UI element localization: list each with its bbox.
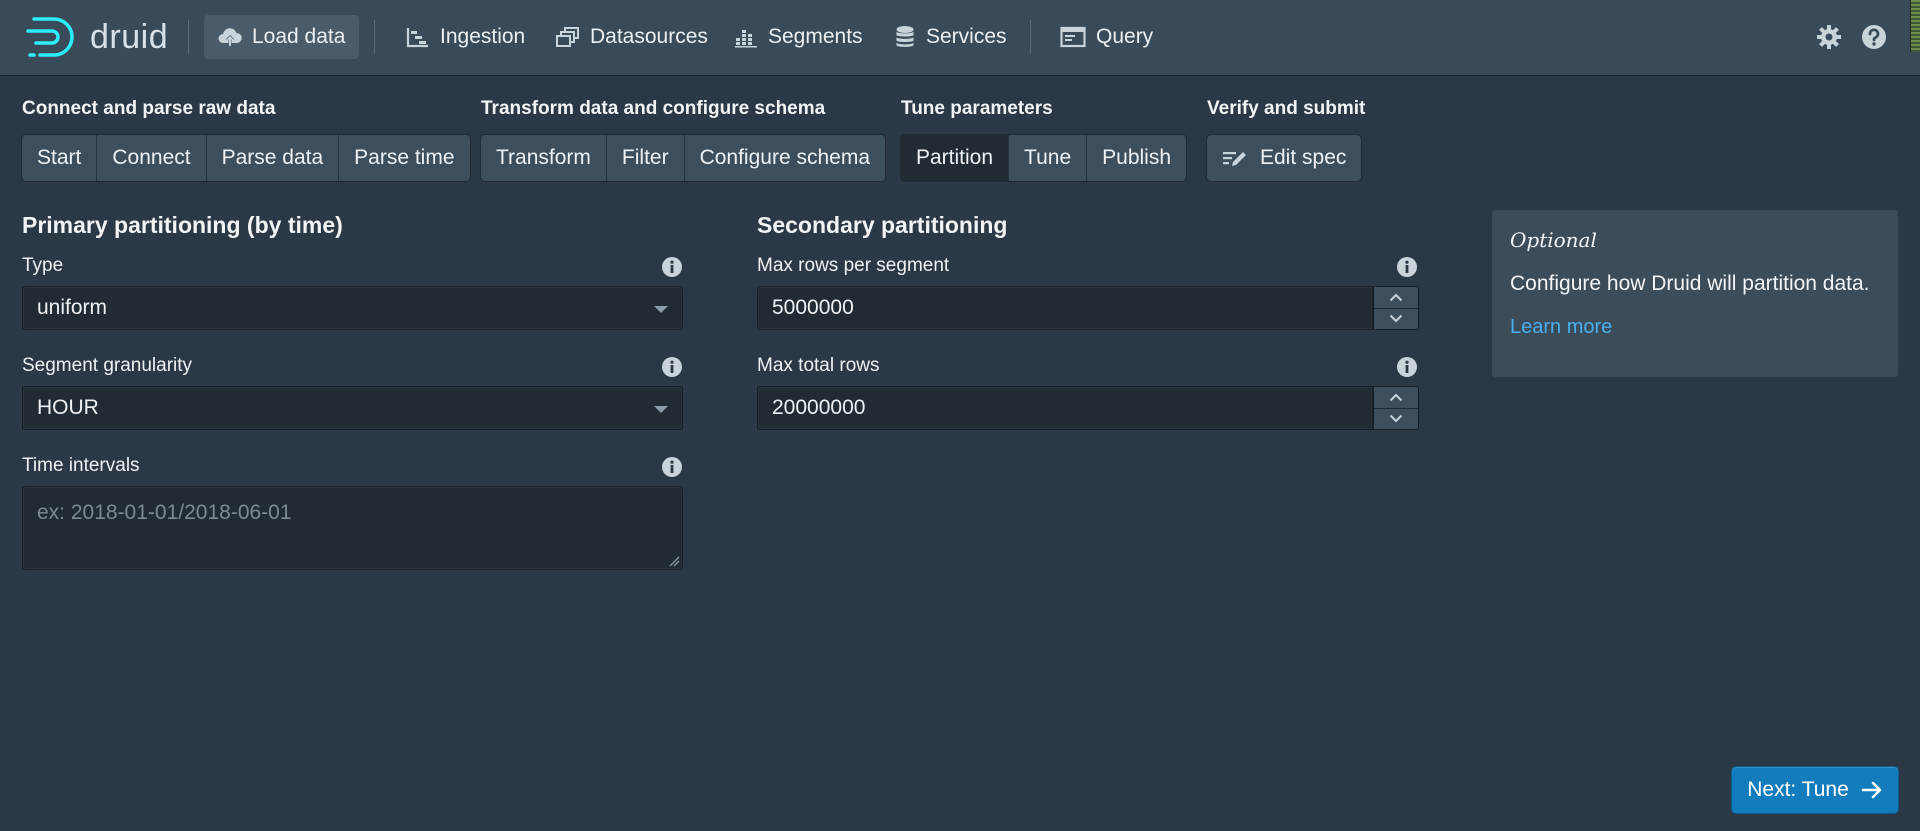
- step-filter-button[interactable]: Filter: [606, 135, 685, 181]
- step-group-verify: Verify and submit Edit spec: [1207, 98, 1366, 181]
- max-rows-per-segment-label: Max rows per segment: [757, 255, 950, 276]
- time-intervals-textarea[interactable]: ex: 2018-01-01/2018-06-01: [22, 486, 683, 570]
- info-icon[interactable]: [661, 256, 683, 278]
- step-group-transform: Transform data and configure schema Tran…: [481, 98, 885, 181]
- druid-logo-icon: [26, 17, 74, 57]
- arrow-right-icon: [1861, 781, 1882, 799]
- chevron-down-icon: [654, 306, 668, 313]
- primary-partitioning-title: Primary partitioning (by time): [22, 212, 343, 238]
- type-select-value: uniform: [37, 296, 108, 319]
- segment-granularity-label: Segment granularity: [22, 355, 193, 376]
- step-group-title: Verify and submit: [1207, 98, 1366, 119]
- nav-datasources[interactable]: Datasources: [542, 15, 722, 59]
- step-parse-time-button[interactable]: Parse time: [339, 135, 470, 181]
- increment-button[interactable]: [1374, 287, 1418, 309]
- nav-services[interactable]: Services: [880, 15, 1021, 59]
- step-button-group: Partition Tune Publish: [901, 135, 1187, 181]
- chevron-up-icon: [1389, 393, 1403, 401]
- top-navbar: druid Load data Ingestion Datasources Se…: [0, 0, 1920, 75]
- time-intervals-placeholder: ex: 2018-01-01/2018-06-01: [37, 501, 292, 524]
- segment-granularity-value: HOUR: [37, 396, 99, 419]
- help-icon[interactable]: [1861, 24, 1887, 50]
- learn-more-link[interactable]: Learn more: [1510, 316, 1612, 339]
- step-configure-schema-button[interactable]: Configure schema: [684, 135, 885, 181]
- scrollbar-indicator: [1910, 0, 1920, 52]
- step-button-group: Start Connect Parse data Parse time: [22, 135, 470, 181]
- max-total-rows-stepper: [1373, 386, 1419, 430]
- nav-ingestion[interactable]: Ingestion: [392, 15, 539, 59]
- nav-divider: [188, 20, 189, 54]
- step-start-button[interactable]: Start: [22, 135, 98, 181]
- info-icon[interactable]: [661, 356, 683, 378]
- info-icon[interactable]: [1396, 256, 1418, 278]
- step-group-tune: Tune parameters Partition Tune Publish: [901, 98, 1187, 181]
- max-total-rows-input[interactable]: 20000000: [757, 386, 1373, 430]
- chevron-up-icon: [1389, 293, 1403, 301]
- secondary-partitioning-title: Secondary partitioning: [757, 212, 1008, 238]
- type-select[interactable]: uniform: [22, 286, 683, 330]
- stacked-chart-icon: [735, 30, 757, 48]
- nav-segments-label: Segments: [768, 25, 863, 48]
- nav-query-label: Query: [1096, 25, 1154, 48]
- chevron-down-icon: [1389, 315, 1403, 323]
- next-tune-button[interactable]: Next: Tune: [1732, 767, 1898, 813]
- step-publish-button[interactable]: Publish: [1087, 135, 1187, 181]
- type-label: Type: [22, 255, 64, 276]
- optional-callout: Optional Configure how Druid will partit…: [1492, 210, 1898, 377]
- segment-granularity-select[interactable]: HOUR: [22, 386, 683, 430]
- step-parse-data-button[interactable]: Parse data: [206, 135, 340, 181]
- max-rows-per-segment-input[interactable]: 5000000: [757, 286, 1373, 330]
- chevron-down-icon: [1389, 415, 1403, 423]
- callout-title: Optional: [1510, 228, 1597, 252]
- step-button-group: Transform Filter Configure schema: [481, 135, 885, 181]
- time-intervals-label: Time intervals: [22, 455, 140, 476]
- step-connect-button[interactable]: Connect: [97, 135, 207, 181]
- increment-button[interactable]: [1374, 387, 1418, 409]
- step-group-title: Tune parameters: [901, 98, 1053, 119]
- nav-load-data-label: Load data: [252, 25, 346, 48]
- gear-icon[interactable]: [1816, 24, 1842, 50]
- callout-text: Configure how Druid will partition data.: [1510, 272, 1870, 295]
- step-partition-button[interactable]: Partition: [901, 135, 1010, 181]
- next-tune-label: Next: Tune: [1747, 778, 1849, 801]
- decrement-button[interactable]: [1374, 408, 1418, 429]
- nav-divider: [1030, 20, 1031, 54]
- step-group-connect: Connect and parse raw data Start Connect…: [22, 98, 470, 181]
- step-tune-button[interactable]: Tune: [1009, 135, 1088, 181]
- nav-query[interactable]: Query: [1046, 15, 1167, 59]
- chevron-down-icon: [654, 406, 668, 413]
- gantt-chart-icon: [406, 28, 428, 48]
- max-total-rows-label: Max total rows: [757, 355, 880, 376]
- info-icon[interactable]: [1396, 356, 1418, 378]
- database-icon: [896, 26, 914, 47]
- step-transform-button[interactable]: Transform: [481, 135, 607, 181]
- nav-datasources-label: Datasources: [590, 25, 708, 48]
- info-icon[interactable]: [661, 456, 683, 478]
- druid-logo[interactable]: druid: [26, 14, 176, 60]
- max-total-rows-value: 20000000: [772, 396, 866, 419]
- cloud-upload-icon: [218, 28, 242, 46]
- multi-select-icon: [556, 27, 579, 47]
- application-icon: [1060, 26, 1086, 48]
- resize-grip-icon[interactable]: [668, 555, 680, 567]
- edit-spec-icon: [1223, 152, 1246, 166]
- max-rows-per-segment-stepper: [1373, 286, 1419, 330]
- nav-divider: [374, 20, 375, 54]
- step-group-title: Transform data and configure schema: [481, 98, 826, 119]
- edit-spec-label: Edit spec: [1260, 146, 1347, 169]
- step-group-title: Connect and parse raw data: [22, 98, 276, 119]
- logo-text: druid: [90, 18, 169, 56]
- nav-load-data[interactable]: Load data: [204, 15, 360, 59]
- step-edit-spec-button[interactable]: Edit spec: [1207, 135, 1362, 181]
- max-rows-per-segment-value: 5000000: [772, 296, 854, 319]
- nav-services-label: Services: [926, 25, 1007, 48]
- nav-segments[interactable]: Segments: [720, 15, 877, 59]
- nav-ingestion-label: Ingestion: [440, 25, 526, 48]
- step-button-group: Edit spec: [1207, 135, 1362, 181]
- decrement-button[interactable]: [1374, 308, 1418, 329]
